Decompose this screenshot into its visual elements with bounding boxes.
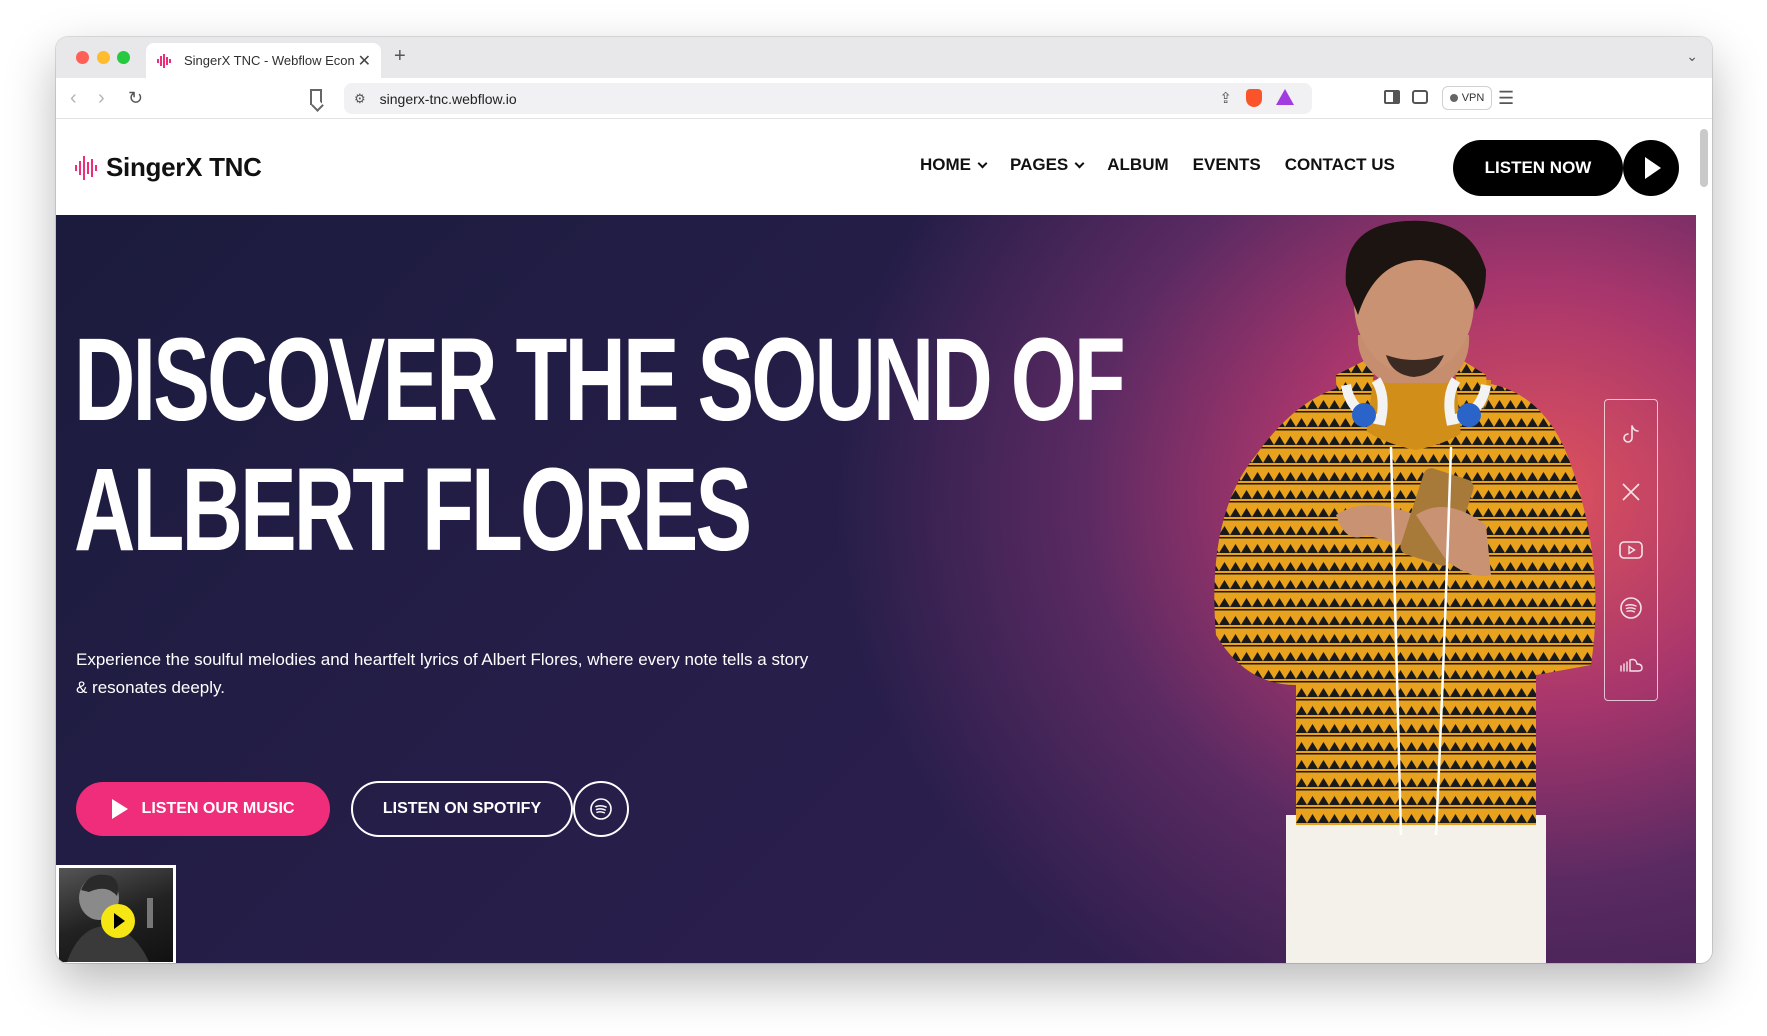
- tiktok-icon[interactable]: [1617, 421, 1645, 449]
- sidebar-toggle-icon[interactable]: [1384, 90, 1400, 104]
- nav-album-label: ALBUM: [1107, 155, 1169, 174]
- nav-home-label: HOME: [920, 155, 971, 174]
- tab-close-icon[interactable]: ✕: [358, 51, 371, 71]
- x-twitter-icon[interactable]: [1617, 478, 1645, 506]
- soundcloud-icon[interactable]: [1617, 651, 1645, 679]
- minimize-window-button[interactable]: [97, 51, 110, 64]
- hero-subtitle: Experience the soulful melodies and hear…: [76, 650, 809, 697]
- vpn-label: VPN: [1461, 92, 1485, 104]
- chevron-down-icon: [1074, 158, 1085, 168]
- share-icon[interactable]: ⇪: [1219, 89, 1232, 107]
- brave-shields-icon[interactable]: [1246, 89, 1262, 107]
- listen-our-music-label: LISTEN OUR MUSIC: [141, 800, 295, 817]
- wallet-icon[interactable]: [1412, 90, 1428, 104]
- browser-toolbar: ‹ › ↻ ⚙ singerx-tnc.webflow.io ⇪ VPN ☰: [56, 78, 1712, 119]
- reload-icon[interactable]: ↻: [128, 88, 143, 109]
- chevron-down-icon: [977, 158, 988, 168]
- youtube-icon[interactable]: [1617, 536, 1645, 564]
- video-thumbnail[interactable]: [56, 865, 176, 963]
- page-scrollbar[interactable]: [1696, 119, 1712, 963]
- back-icon[interactable]: ‹: [70, 87, 77, 110]
- nav-pages[interactable]: PAGES: [1010, 155, 1085, 175]
- listen-now-play-icon[interactable]: [1623, 140, 1679, 196]
- bookmark-icon[interactable]: [310, 89, 322, 105]
- tab-title: SingerX TNC - Webflow Econ: [184, 53, 354, 68]
- site-logo[interactable]: SingerX TNC: [74, 152, 262, 183]
- nav-album[interactable]: ALBUM: [1107, 155, 1168, 175]
- main-nav: HOME PAGES ALBUM EVENTS CONTACT US: [920, 155, 1395, 175]
- nav-contact[interactable]: CONTACT US: [1285, 155, 1395, 175]
- vpn-button[interactable]: VPN: [1442, 86, 1492, 110]
- nav-events-label: EVENTS: [1192, 155, 1261, 174]
- social-links: [1604, 399, 1658, 701]
- site-header: SingerX TNC HOME PAGES ALBUM EVENTS CONT…: [56, 119, 1696, 215]
- listen-now-button[interactable]: LISTEN NOW: [1453, 140, 1623, 196]
- site-settings-icon[interactable]: ⚙: [354, 91, 366, 107]
- browser-window: SingerX TNC - Webflow Econ ✕ + ⌄ ‹ › ↻ ⚙…: [56, 37, 1712, 963]
- nav-events[interactable]: EVENTS: [1193, 155, 1261, 175]
- spotify-circle-button[interactable]: [573, 781, 629, 837]
- soundwave-icon: [157, 53, 171, 68]
- new-tab-button[interactable]: +: [394, 45, 406, 68]
- logo-text: SingerX TNC: [106, 152, 262, 182]
- listen-our-music-button[interactable]: LISTEN OUR MUSIC: [76, 782, 330, 836]
- vpn-status-icon: [1449, 94, 1458, 102]
- spotify-icon[interactable]: [1617, 594, 1645, 622]
- nav-contact-label: CONTACT US: [1284, 155, 1395, 174]
- maximize-window-button[interactable]: [117, 51, 130, 64]
- listen-on-spotify-button[interactable]: LISTEN ON SPOTIFY: [351, 781, 573, 837]
- hamburger-menu-icon[interactable]: ☰: [1498, 88, 1514, 109]
- forward-icon[interactable]: ›: [98, 87, 105, 110]
- url-text[interactable]: singerx-tnc.webflow.io: [380, 91, 517, 107]
- soundwave-logo-icon: [75, 155, 97, 180]
- hero-title: DISCOVER THE SOUND OF ALBERT FLORES: [74, 314, 1126, 576]
- hero-title-line-2: ALBERT FLORES: [74, 444, 752, 576]
- tab-bar: SingerX TNC - Webflow Econ ✕ + ⌄: [56, 37, 1712, 78]
- play-icon: [111, 799, 128, 819]
- address-bar[interactable]: ⚙ singerx-tnc.webflow.io ⇪: [344, 83, 1312, 114]
- nav-home[interactable]: HOME: [920, 155, 988, 175]
- spotify-icon: [590, 798, 612, 820]
- nav-pages-label: PAGES: [1010, 155, 1069, 174]
- brave-rewards-icon[interactable]: [1276, 89, 1294, 105]
- mini-play-icon[interactable]: [101, 904, 135, 938]
- hero-section: DISCOVER THE SOUND OF ALBERT FLORES Expe…: [56, 215, 1696, 963]
- page-viewport: SingerX TNC HOME PAGES ALBUM EVENTS CONT…: [56, 119, 1696, 963]
- singer-photo: [1214, 220, 1596, 963]
- close-window-button[interactable]: [76, 51, 89, 64]
- browser-tab[interactable]: SingerX TNC - Webflow Econ ✕: [146, 43, 381, 78]
- scrollbar-thumb[interactable]: [1700, 129, 1708, 187]
- tab-list-chevron-icon[interactable]: ⌄: [1686, 48, 1698, 65]
- hero-title-line-1: DISCOVER THE SOUND OF: [74, 314, 1126, 446]
